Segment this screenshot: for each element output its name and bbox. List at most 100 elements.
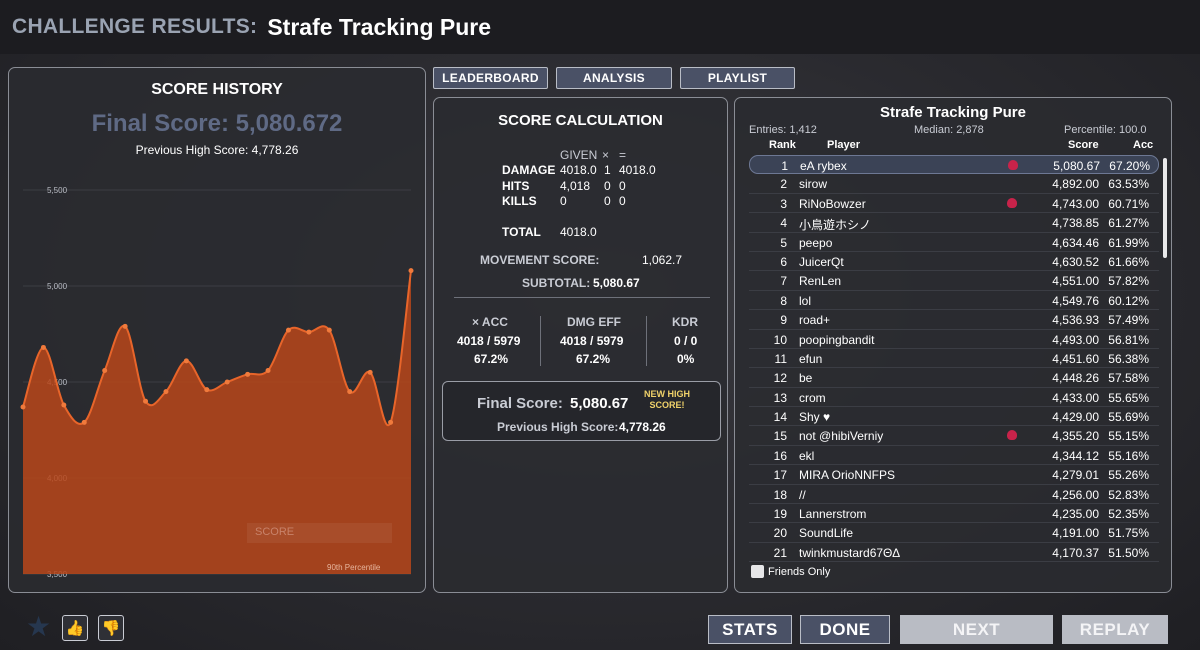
equals-header: = — [619, 148, 627, 162]
entries-count: Entries: 1,412 — [749, 124, 817, 136]
row-accuracy: 61.66% — [1108, 254, 1149, 269]
leaderboard-row[interactable]: 11 efun 4,451.60 56.38% — [749, 349, 1159, 369]
tab-leaderboard[interactable]: LEADERBOARD — [433, 67, 548, 89]
score-point[interactable] — [40, 344, 46, 350]
acc-fraction: 4018 / 5979 — [457, 334, 521, 348]
row-accuracy: 55.69% — [1108, 410, 1149, 425]
leaderboard-scrollbar[interactable] — [1163, 158, 1167, 258]
score-point[interactable] — [163, 389, 169, 395]
column-score[interactable]: Score — [1068, 139, 1099, 151]
leaderboard-row[interactable]: 7 RenLen 4,551.00 57.82% — [749, 271, 1159, 291]
leaderboard-row[interactable]: 8 lol 4,549.76 60.12% — [749, 291, 1159, 311]
row-player-name: road+ — [799, 313, 831, 328]
leaderboard-row[interactable]: 18 // 4,256.00 52.83% — [749, 485, 1159, 505]
thumbs-up-icon[interactable]: 👍 — [62, 615, 88, 641]
row-player-name: 小鳥遊ホシノ — [799, 218, 872, 233]
row-score: 4,493.00 — [1052, 332, 1099, 347]
score-point[interactable] — [143, 398, 149, 404]
score-point[interactable] — [61, 402, 67, 408]
row-rank: 8 — [780, 293, 787, 308]
next-button[interactable]: NEXT — [900, 615, 1053, 644]
leaderboard-row[interactable]: 17 MIRA OrioNNFPS 4,279.01 55.26% — [749, 465, 1159, 485]
final-score-value: 5,080.67 — [570, 395, 629, 412]
score-point[interactable] — [408, 268, 414, 274]
score-point[interactable] — [285, 327, 291, 333]
row-player-name: poopingbandit — [799, 332, 875, 347]
row-score: 4,344.12 — [1052, 448, 1099, 463]
leaderboard-row[interactable]: 15 not @hibiVerniy 4,355.20 55.15% — [749, 426, 1159, 446]
score-point[interactable] — [224, 379, 230, 385]
column-player[interactable]: Player — [827, 139, 860, 151]
score-point[interactable] — [204, 387, 210, 393]
score-point[interactable] — [245, 371, 251, 377]
row-score: 4,170.37 — [1052, 545, 1099, 560]
damage-mult: 1 — [604, 163, 611, 177]
kdr-label: KDR — [672, 315, 698, 329]
new-high-score-badge: NEW HIGH SCORE! — [644, 389, 690, 410]
score-point[interactable] — [102, 367, 108, 373]
column-rank[interactable]: Rank — [769, 139, 796, 151]
score-point[interactable] — [20, 404, 26, 410]
leaderboard-row[interactable]: 9 road+ 4,536.93 57.49% — [749, 310, 1159, 330]
final-score-box: Final Score: 5,080.67 NEW HIGH SCORE! Pr… — [442, 381, 721, 441]
row-rank: 13 — [773, 390, 787, 405]
row-accuracy: 56.81% — [1108, 332, 1149, 347]
score-point[interactable] — [183, 358, 189, 364]
score-point[interactable] — [265, 367, 271, 373]
leaderboard-row[interactable]: 5 peepo 4,634.46 61.99% — [749, 233, 1159, 252]
leaderboard-row[interactable]: 6 JuicerQt 4,630.52 61.66% — [749, 252, 1159, 272]
row-player-name: not @hibiVerniy — [799, 429, 884, 444]
row-accuracy: 56.38% — [1108, 351, 1149, 366]
row-score: 4,355.20 — [1052, 429, 1099, 444]
score-point[interactable] — [388, 419, 394, 425]
median-score: Median: 2,878 — [914, 124, 984, 136]
final-score-label: Final Score: — [477, 395, 563, 412]
score-point[interactable] — [326, 327, 332, 333]
done-button[interactable]: DONE — [800, 615, 890, 644]
leaderboard-row[interactable]: 20 SoundLife 4,191.00 51.75% — [749, 523, 1159, 543]
row-player-name: twinkmustard67ΘΔ — [799, 545, 901, 560]
acc-percent: 67.2% — [474, 352, 509, 366]
damage-given: 4018.0 — [560, 163, 597, 177]
scenario-name: Strafe Tracking Pure — [267, 13, 492, 40]
score-point[interactable] — [306, 329, 312, 335]
leaderboard-row[interactable]: 14 Shy ♥ 4,429.00 55.69% — [749, 407, 1159, 427]
row-player-name: efun — [799, 351, 823, 366]
score-point[interactable] — [122, 323, 128, 329]
row-player-name: eA rybex — [800, 159, 847, 173]
score-point[interactable] — [81, 419, 87, 425]
tab-playlist[interactable]: PLAYLIST — [680, 67, 795, 89]
score-point[interactable] — [367, 369, 373, 375]
row-accuracy: 60.71% — [1108, 196, 1149, 211]
leaderboard-row[interactable]: 13 crom 4,433.00 55.65% — [749, 388, 1159, 408]
row-rank: 4 — [780, 216, 787, 231]
kills-label: KILLS — [502, 194, 537, 208]
movement-score-value: 1,062.7 — [642, 253, 683, 267]
leaderboard-row[interactable]: 12 be 4,448.26 57.58% — [749, 368, 1159, 388]
friends-only-checkbox[interactable] — [751, 565, 764, 578]
column-acc[interactable]: Acc — [1133, 139, 1153, 151]
row-player-name: lol — [799, 293, 812, 308]
movement-score-label: MOVEMENT SCORE: — [480, 253, 600, 267]
row-player-name: Shy ♥ — [799, 410, 831, 425]
row-score: 4,191.00 — [1052, 526, 1099, 541]
thumbs-down-icon[interactable]: 👎 — [98, 615, 124, 641]
leaderboard-row[interactable]: 16 ekl 4,344.12 55.16% — [749, 446, 1159, 466]
row-rank: 18 — [773, 487, 787, 502]
tab-analysis[interactable]: ANALYSIS — [556, 67, 672, 89]
row-rank: 17 — [773, 468, 787, 483]
leaderboard-row[interactable]: 4 小鳥遊ホシノ 4,738.85 61.27% — [749, 213, 1159, 233]
leaderboard-row[interactable]: 2 sirow 4,892.00 63.53% — [749, 174, 1159, 194]
leaderboard-row[interactable]: 10 poopingbandit 4,493.00 56.81% — [749, 330, 1159, 349]
leaderboard-row[interactable]: 21 twinkmustard67ΘΔ 4,170.37 51.50% — [749, 543, 1159, 563]
leaderboard-row[interactable]: 19 Lannerstrom 4,235.00 52.35% — [749, 504, 1159, 524]
friends-only-toggle[interactable]: Friends Only — [751, 565, 830, 578]
star-icon[interactable]: ★ — [26, 612, 51, 642]
leaderboard-row[interactable]: 3 RiNoBowzer 4,743.00 60.71% — [749, 194, 1159, 214]
replay-button[interactable]: REPLAY — [1062, 615, 1168, 644]
score-point[interactable] — [347, 389, 353, 395]
subtotal-value: 5,080.67 — [593, 276, 640, 290]
leaderboard-row[interactable]: 1 eA rybex 5,080.67 67.20% — [749, 155, 1159, 175]
row-rank: 16 — [773, 448, 787, 463]
stats-button[interactable]: STATS — [708, 615, 792, 644]
